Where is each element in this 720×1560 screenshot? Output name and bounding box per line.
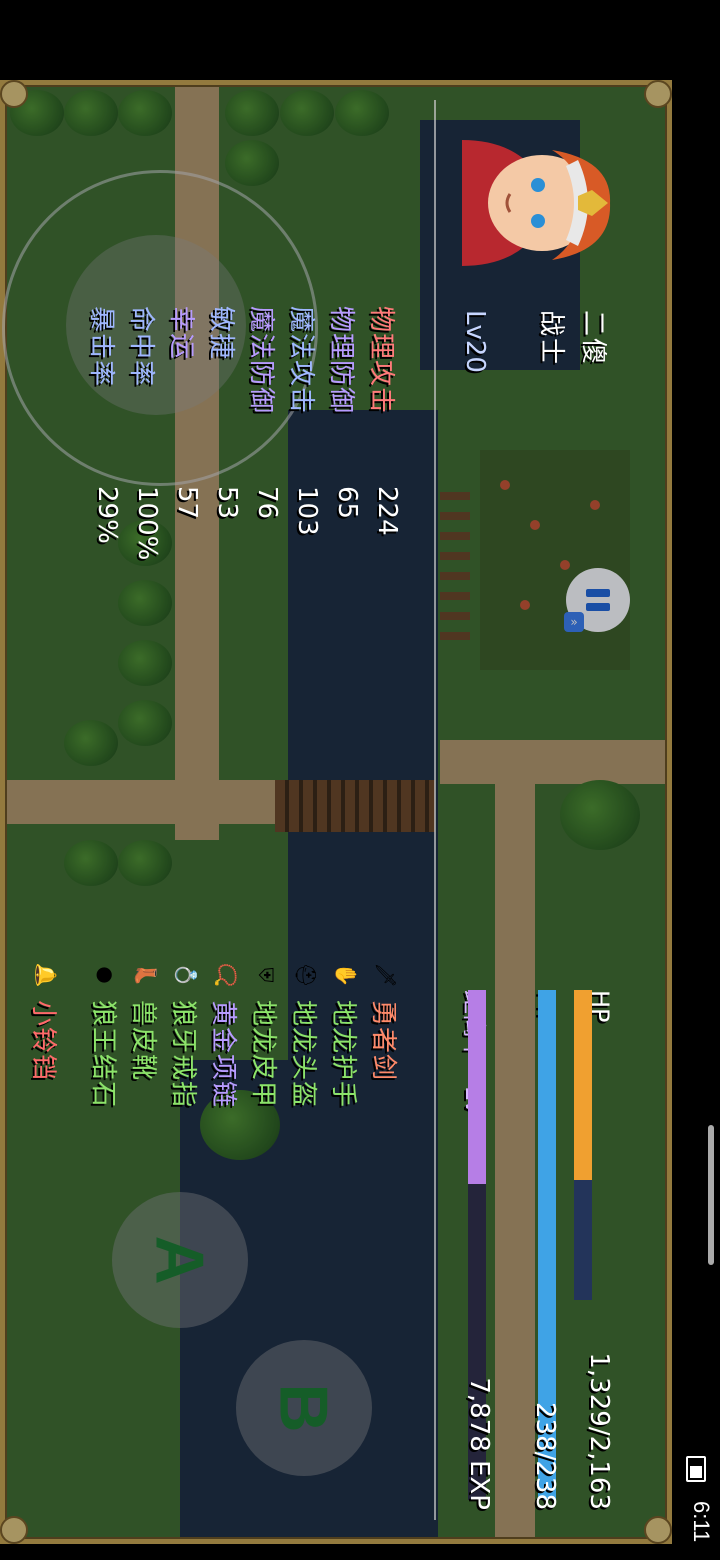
stat-label: 物理攻击 bbox=[366, 306, 396, 415]
equipment-item: 💍 狼牙戒指 bbox=[168, 962, 204, 1108]
hp-value: 1,329/2,163 bbox=[584, 1352, 614, 1510]
stat-value: 53 bbox=[212, 486, 242, 520]
character-portrait bbox=[462, 140, 611, 266]
stat-label: 敏捷 bbox=[206, 306, 236, 361]
equipment-name: 兽皮靴 bbox=[128, 1000, 159, 1082]
equipment-name: 勇者剑 bbox=[368, 1000, 399, 1082]
hp-bar-fill bbox=[574, 990, 592, 1181]
ring-icon: 💍 bbox=[174, 962, 198, 988]
exp-bar-fill bbox=[468, 990, 486, 1184]
equipment-name: 小铃铛 bbox=[28, 1000, 59, 1082]
equipment-item: 🔔 小铃铛 bbox=[28, 962, 64, 1081]
stat-label: 暴击率 bbox=[86, 306, 116, 388]
mp-value: 238/238 bbox=[530, 1401, 560, 1510]
equipment-item: ✋ 地龙护手 bbox=[328, 962, 364, 1108]
equipment-item: ⛨ 地龙皮甲 bbox=[248, 962, 284, 1109]
clock: 6:11 bbox=[689, 1500, 714, 1542]
stat-value: 57 bbox=[172, 486, 202, 520]
equipment-item: ⛑ 地龙头盔 bbox=[288, 962, 324, 1108]
equipment-name: 地龙皮甲 bbox=[248, 1000, 279, 1109]
battery-icon bbox=[686, 1456, 706, 1482]
sword-icon: 🗡 bbox=[374, 962, 398, 988]
stone-icon: ● bbox=[94, 966, 118, 984]
equipment-item: 👢 兽皮靴 bbox=[128, 962, 164, 1081]
stat-label: 魔法防御 bbox=[246, 306, 276, 415]
equipment-name: 地龙护手 bbox=[328, 1000, 359, 1109]
character-level: Lv20 bbox=[460, 310, 490, 373]
stat-value: 76 bbox=[252, 486, 282, 520]
equipment-name: 狼王结石 bbox=[88, 1000, 119, 1109]
hp-bar bbox=[574, 990, 592, 1300]
stat-label: 幸运 bbox=[166, 306, 196, 361]
stat-label: 物理防御 bbox=[326, 306, 356, 415]
equipment-item: ● 狼王结石 bbox=[88, 962, 124, 1108]
navigation-handle[interactable] bbox=[708, 1125, 714, 1265]
boots-icon: 👢 bbox=[134, 962, 158, 988]
status-panel: 二傻 战士 Lv20 物理攻击 224 物理防御 65 魔法攻击 103 魔法防御 76 敏捷 5… bbox=[0, 80, 672, 1544]
character-name: 二傻 bbox=[578, 310, 608, 367]
exp-value: 7,878 EXP bbox=[464, 1377, 494, 1510]
stat-value: 29% bbox=[92, 486, 122, 544]
stat-value: 103 bbox=[292, 486, 322, 536]
stat-value: 65 bbox=[332, 486, 362, 520]
character-class: 战士 bbox=[536, 310, 566, 367]
bell-icon: 🔔 bbox=[34, 962, 58, 988]
status-bar: 6:11 bbox=[674, 0, 720, 1560]
gauntlet-icon: ✋ bbox=[334, 962, 358, 988]
equipment-item: 🗡 勇者剑 bbox=[368, 962, 404, 1081]
panel-divider bbox=[434, 100, 436, 1520]
equipment-name: 狼牙戒指 bbox=[168, 1000, 199, 1109]
stat-value: 224 bbox=[372, 486, 402, 536]
helmet-icon: ⛑ bbox=[294, 962, 318, 988]
stat-label: 命中率 bbox=[126, 306, 156, 388]
status-panel-background bbox=[0, 80, 672, 1544]
stat-label: 魔法攻击 bbox=[286, 306, 316, 415]
necklace-icon: 📿 bbox=[214, 962, 238, 988]
stat-value: 100% bbox=[132, 486, 162, 561]
equipment-item: 📿 黄金项链 bbox=[208, 962, 244, 1108]
armor-icon: ⛨ bbox=[254, 967, 278, 983]
equipment-name: 地龙头盔 bbox=[288, 1000, 319, 1109]
equipment-name: 黄金项链 bbox=[208, 1000, 239, 1109]
